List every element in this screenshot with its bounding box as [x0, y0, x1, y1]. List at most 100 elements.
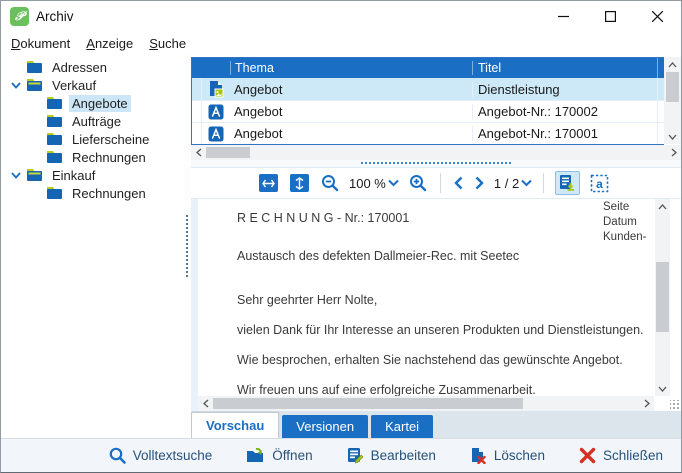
titlebar: 𝒫 Archiv: [1, 1, 681, 31]
tree-item-auftraege[interactable]: Aufträge: [1, 112, 184, 130]
folder-closed-icon: [46, 186, 63, 200]
preview-text-line: Wir freuen uns auf eine erfolgreiche Zus…: [237, 383, 536, 397]
chevron-down-icon: [388, 179, 399, 187]
chevron-right-icon: [671, 148, 677, 157]
zoom-out-button[interactable]: [319, 172, 341, 194]
column-header-titel[interactable]: Titel: [472, 61, 657, 75]
toolbar-divider: [440, 173, 441, 193]
tree-item-verkauf[interactable]: Verkauf: [1, 76, 184, 94]
next-page-button[interactable]: [473, 174, 486, 192]
folder-closed-icon: [46, 96, 63, 110]
action-bar: Volltextsuche Öffnen Bearbeiten Löschen …: [1, 438, 681, 472]
delete-document-icon: [470, 447, 487, 464]
fit-height-button[interactable]: [288, 172, 311, 194]
minimize-button[interactable]: [540, 1, 587, 31]
side-label: Seite: [603, 200, 653, 215]
column-header-extra[interactable]: [657, 58, 664, 78]
zoom-level-value: 100 %: [349, 176, 386, 191]
horizontal-splitter[interactable]: [191, 160, 681, 168]
table-header: Thema Titel: [192, 58, 664, 78]
fit-width-button[interactable]: [257, 172, 280, 194]
previous-page-button[interactable]: [452, 174, 465, 192]
resize-grip[interactable]: [670, 400, 680, 410]
zoom-in-button[interactable]: [407, 172, 429, 194]
table-hscrollbar[interactable]: [191, 145, 681, 160]
table-row[interactable]: Angebot Dienstleistung: [192, 78, 664, 100]
tree-item-label: Rechnungen: [69, 185, 149, 202]
close-x-icon: [579, 447, 596, 464]
loeschen-button[interactable]: Löschen: [468, 445, 547, 466]
scroll-right-button[interactable]: [666, 145, 681, 160]
tab-versionen[interactable]: Versionen: [282, 415, 368, 438]
open-folder-icon: [246, 448, 265, 464]
preview-vscrollbar[interactable]: [655, 199, 670, 396]
menu-anzeige[interactable]: Anzeige: [78, 33, 141, 54]
page-indicator-value: 1 / 2: [494, 176, 519, 191]
svg-text:a: a: [596, 177, 603, 191]
scroll-up-button[interactable]: [655, 199, 670, 214]
cell-extra: [657, 78, 664, 100]
maximize-button[interactable]: [587, 1, 634, 31]
folder-closed-icon: [26, 60, 43, 74]
table-row[interactable]: Angebot Angebot-Nr.: 170002: [192, 100, 664, 122]
scroll-up-button[interactable]: [665, 57, 680, 72]
tree-item-angebote[interactable]: Angebote: [1, 94, 184, 112]
search-icon: [109, 447, 126, 464]
preview-text-line: Wie besprochen, erhalten Sie nachstehend…: [237, 353, 623, 367]
preview-text-line: Sehr geehrter Herr Nolte,: [237, 293, 377, 307]
scrollbar-thumb[interactable]: [213, 398, 523, 409]
scroll-down-button[interactable]: [665, 129, 680, 144]
row-selector: [192, 101, 202, 122]
vertical-splitter[interactable]: [184, 55, 191, 438]
edit-document-icon: [347, 447, 364, 464]
zoom-level-select[interactable]: 100 %: [345, 176, 403, 191]
fit-width-icon: [259, 174, 278, 192]
chevron-down-icon[interactable]: [6, 82, 26, 89]
scroll-left-button[interactable]: [191, 145, 206, 160]
bearbeiten-button[interactable]: Bearbeiten: [345, 445, 438, 466]
oeffnen-button[interactable]: Öffnen: [244, 446, 314, 466]
scrollbar-thumb[interactable]: [206, 147, 250, 158]
preview-mode-button[interactable]: [555, 171, 580, 195]
tree-item-rechnungen-verkauf[interactable]: Rechnungen: [1, 148, 184, 166]
scroll-right-button[interactable]: [639, 396, 654, 411]
scroll-left-button[interactable]: [198, 396, 213, 411]
tree-item-lieferscheine[interactable]: Lieferscheine: [1, 130, 184, 148]
content-panel: Thema Titel Angebot Dienstleistung: [191, 55, 681, 438]
chevron-down-icon[interactable]: [6, 172, 26, 179]
tab-vorschau[interactable]: Vorschau: [191, 412, 279, 438]
cell-titel: Dienstleistung: [472, 82, 657, 97]
tree-item-label: Einkauf: [49, 167, 98, 184]
window-title: Archiv: [36, 9, 74, 24]
cell-thema: Angebot: [230, 104, 472, 119]
cell-thema: Angebot: [230, 126, 472, 141]
side-label: Kunden-: [603, 230, 653, 245]
table-vscrollbar[interactable]: [664, 57, 681, 144]
toolbar-divider: [543, 173, 544, 193]
tab-kartei[interactable]: Kartei: [371, 415, 433, 438]
table-row[interactable]: Angebot Angebot-Nr.: 170001: [192, 122, 664, 144]
preview-text-line: R E C H N U N G - Nr.: 170001: [237, 211, 409, 225]
schliessen-button[interactable]: Schließen: [577, 445, 665, 466]
close-button[interactable]: [634, 1, 681, 31]
page-select[interactable]: 1 / 2: [490, 176, 536, 191]
text-select-mode-button[interactable]: a: [588, 172, 611, 195]
preview-hscrollbar[interactable]: [198, 396, 654, 411]
scroll-down-button[interactable]: [655, 381, 670, 396]
scrollbar-thumb[interactable]: [666, 72, 679, 102]
action-label: Löschen: [494, 448, 545, 463]
tree-item-einkauf[interactable]: Einkauf: [1, 166, 184, 184]
action-label: Volltextsuche: [133, 448, 213, 463]
tree-item-rechnungen-einkauf[interactable]: Rechnungen: [1, 184, 184, 202]
folder-open-icon: [26, 168, 43, 182]
tree-item-adressen[interactable]: Adressen: [1, 58, 184, 76]
volltextsuche-button[interactable]: Volltextsuche: [107, 445, 215, 466]
menu-suche[interactable]: Suche: [141, 33, 194, 54]
scrollbar-thumb[interactable]: [656, 262, 669, 332]
minimize-icon: [558, 11, 569, 22]
fit-height-icon: [290, 174, 309, 192]
column-header-thema[interactable]: Thema: [230, 61, 472, 75]
menu-dokument[interactable]: Dokument: [3, 33, 78, 54]
chevron-down-icon: [521, 179, 532, 187]
preview-side-column: Seite Datum Kunden-: [603, 200, 653, 245]
